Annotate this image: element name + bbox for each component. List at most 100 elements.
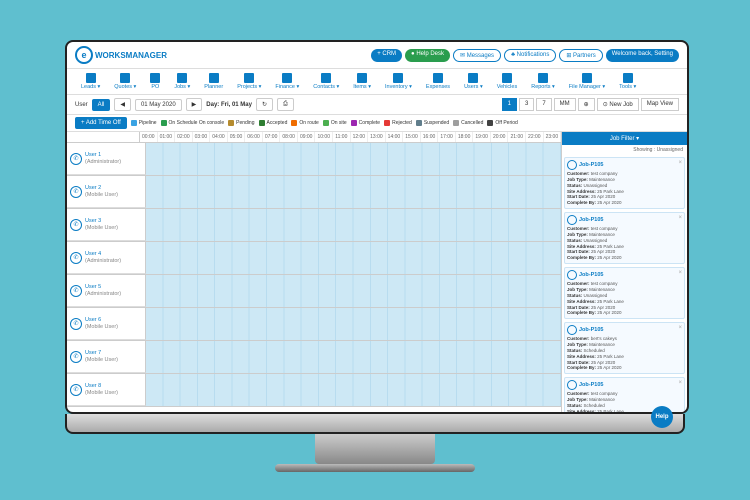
job-card[interactable]: ×Job-P105Customer: bert's cakeysJob Type… <box>564 322 685 374</box>
timeline-track[interactable] <box>146 374 561 406</box>
close-icon[interactable]: × <box>678 215 682 221</box>
nav-item-11[interactable]: Users ▾ <box>458 71 489 92</box>
time-header-cell: 18:00 <box>456 132 474 142</box>
legend-item: On Schedule On console <box>161 117 225 129</box>
schedule-row: ✆User 1(Administrator) <box>67 143 561 176</box>
notifications-button[interactable]: ♣ Notifications <box>504 49 556 62</box>
map-view-button[interactable]: Map View <box>641 98 679 111</box>
timeline-track[interactable] <box>146 209 561 241</box>
nav-icon <box>538 73 548 83</box>
close-icon[interactable]: × <box>678 160 682 166</box>
user-cell[interactable]: ✆User 5(Administrator) <box>67 275 146 307</box>
nav-item-10[interactable]: Expenses <box>420 71 456 92</box>
legend-swatch <box>228 120 234 126</box>
nav-item-4[interactable]: Planner <box>198 71 229 92</box>
nav-item-8[interactable]: Items ▾ <box>347 71 377 92</box>
time-header-cell: 15:00 <box>403 132 421 142</box>
user-cell[interactable]: ✆User 8(Mobile User) <box>67 374 146 406</box>
timeline-track[interactable] <box>146 275 561 307</box>
prev-day-button[interactable]: ◀ <box>114 98 131 111</box>
clock-icon <box>567 325 577 335</box>
time-header-cell: 16:00 <box>421 132 439 142</box>
nav-item-14[interactable]: File Manager ▾ <box>563 71 611 92</box>
view-month[interactable]: MM <box>554 98 576 111</box>
view-1day[interactable]: 1 <box>502 98 517 111</box>
time-header-cell: 11:00 <box>333 132 351 142</box>
job-card[interactable]: ×Job-P105Customer: test companyJob Type:… <box>564 267 685 319</box>
time-header-cell: 10:00 <box>315 132 333 142</box>
print-button[interactable]: ⎙ <box>277 98 294 111</box>
current-day-label: Day: Fri, 01 May <box>206 102 252 108</box>
nav-item-15[interactable]: Tools ▾ <box>613 71 642 92</box>
nav-item-6[interactable]: Finance ▾ <box>269 71 305 92</box>
nav-icon <box>623 73 633 83</box>
nav-item-1[interactable]: Quotes ▾ <box>108 71 142 92</box>
nav-item-12[interactable]: Vehicles <box>491 71 524 92</box>
messages-button[interactable]: ✉ Messages <box>453 49 501 62</box>
nav-icon <box>582 73 592 83</box>
view-3day[interactable]: 3 <box>519 98 534 111</box>
brand-name: WORKSMANAGER <box>95 51 167 60</box>
all-users-button[interactable]: All <box>92 99 111 111</box>
legend-swatch <box>384 120 390 126</box>
timeline-track[interactable] <box>146 341 561 373</box>
nav-icon <box>357 73 367 83</box>
time-header-cell: 00:00 <box>140 132 158 142</box>
timeline-track[interactable] <box>146 242 561 274</box>
nav-icon <box>150 73 160 83</box>
crm-button[interactable]: + CRM <box>371 49 402 62</box>
user-cell[interactable]: ✆User 1(Administrator) <box>67 143 146 175</box>
job-card[interactable]: ×Job-P105Customer: test companyJob Type:… <box>564 212 685 264</box>
nav-item-2[interactable]: PO <box>144 71 166 92</box>
legend-item: On site <box>323 117 347 129</box>
legend-item: Pending <box>228 117 254 129</box>
phone-icon: ✆ <box>70 318 82 330</box>
schedule-row: ✆User 5(Administrator) <box>67 275 561 308</box>
nav-icon <box>209 73 219 83</box>
nav-item-3[interactable]: Jobs ▾ <box>168 71 196 92</box>
close-icon[interactable]: × <box>678 325 682 331</box>
legend-swatch <box>323 120 329 126</box>
nav-icon <box>321 73 331 83</box>
brand-logo[interactable]: e WORKSMANAGER <box>75 46 167 64</box>
date-picker[interactable]: 01 May 2020 <box>135 99 182 111</box>
nav-item-5[interactable]: Projects ▾ <box>231 71 267 92</box>
close-icon[interactable]: × <box>678 270 682 276</box>
user-cell[interactable]: ✆User 3(Mobile User) <box>67 209 146 241</box>
user-cell[interactable]: ✆User 2(Mobile User) <box>67 176 146 208</box>
partners-button[interactable]: ⊞ Partners <box>559 49 602 62</box>
logo-icon: e <box>75 46 93 64</box>
close-icon[interactable]: × <box>678 380 682 386</box>
clock-icon <box>567 380 577 390</box>
nav-item-9[interactable]: Inventory ▾ <box>379 71 418 92</box>
time-header-cell: 02:00 <box>175 132 193 142</box>
next-day-button[interactable]: ▶ <box>186 98 203 111</box>
add-timeoff-button[interactable]: + Add Time Off <box>75 117 127 129</box>
legend-item: Accepted <box>259 117 288 129</box>
time-header-cell: 05:00 <box>228 132 246 142</box>
legend-swatch <box>291 120 297 126</box>
nav-item-0[interactable]: Leads ▾ <box>75 71 106 92</box>
main-nav: Leads ▾Quotes ▾POJobs ▾PlannerProjects ▾… <box>67 69 687 95</box>
user-cell[interactable]: ✆User 4(Administrator) <box>67 242 146 274</box>
nav-icon <box>177 73 187 83</box>
view-7day[interactable]: 7 <box>536 98 551 111</box>
timeline-track[interactable] <box>146 143 561 175</box>
schedule-row: ✆User 2(Mobile User) <box>67 176 561 209</box>
nav-item-7[interactable]: Contacts ▾ <box>307 71 345 92</box>
nav-item-13[interactable]: Reports ▾ <box>525 71 561 92</box>
user-cell[interactable]: ✆User 7(Mobile User) <box>67 341 146 373</box>
timeline-track[interactable] <box>146 308 561 340</box>
time-header-cell: 22:00 <box>526 132 544 142</box>
timeline-track[interactable] <box>146 176 561 208</box>
new-job-button[interactable]: ⊙ New Job <box>597 98 639 111</box>
time-header-cell: 21:00 <box>508 132 526 142</box>
job-card[interactable]: ×Job-P105Customer: test companyJob Type:… <box>564 157 685 209</box>
zoom-button[interactable]: ⊕ <box>578 98 595 111</box>
helpdesk-button[interactable]: ● Help Desk <box>405 49 450 62</box>
legend-swatch <box>351 120 357 126</box>
user-cell[interactable]: ✆User 6(Mobile User) <box>67 308 146 340</box>
welcome-user[interactable]: Welcome back, Setting <box>606 49 679 62</box>
job-filter-header[interactable]: Job Filter ▾ <box>562 132 687 145</box>
refresh-button[interactable]: ↻ <box>256 98 273 111</box>
